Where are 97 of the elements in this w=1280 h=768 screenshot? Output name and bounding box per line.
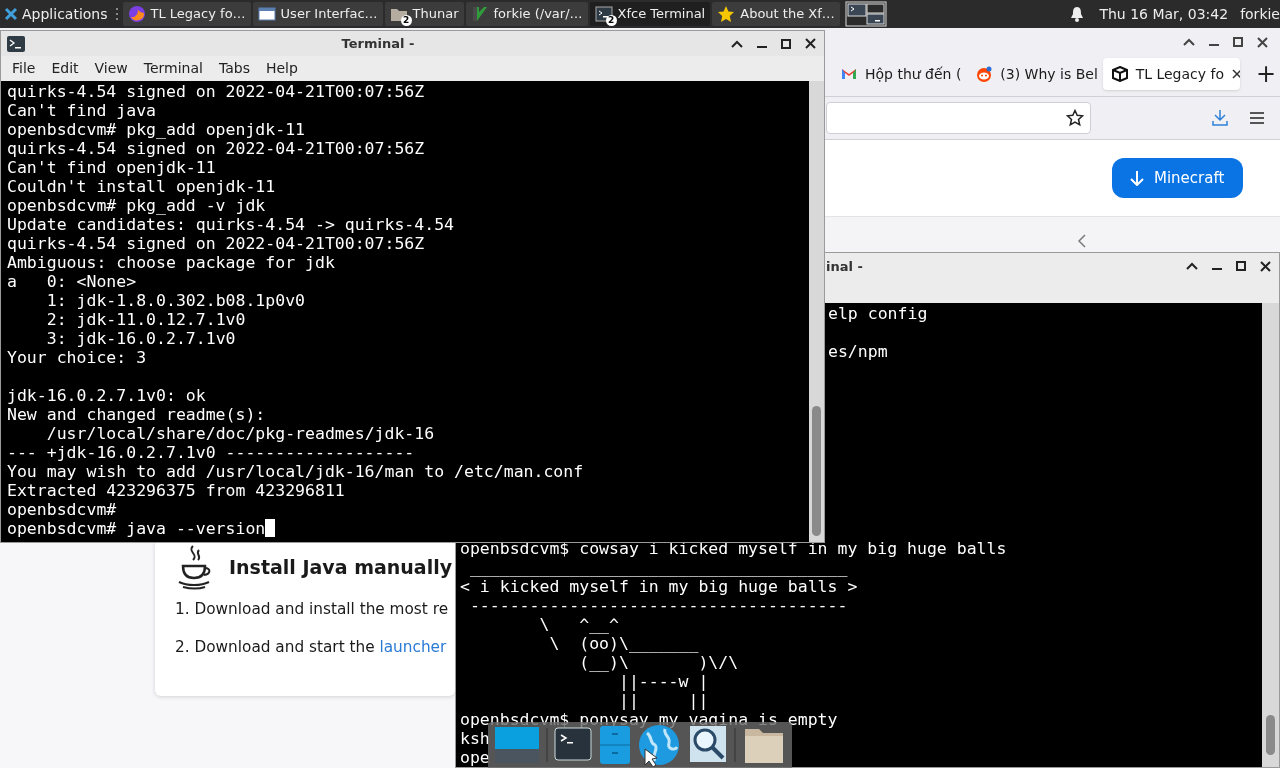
terminal-line: es/npm [828,342,888,361]
download-button[interactable]: Minecraft [1112,158,1243,198]
terminal-line: Your choice: 3 [7,348,147,367]
xfce-logo-icon [4,7,18,21]
text-cursor [265,519,276,537]
terminal-icon [594,5,613,23]
menu-item[interactable]: File [12,58,36,79]
menu-item[interactable]: Terminal [143,58,203,79]
star-icon [717,5,736,23]
terminal-line: < i kicked myself in my big huge balls > [460,577,858,596]
terminal-line: openbsdcvm$ ponysay my vagina is empty [460,710,838,729]
terminal-line: openbsdcvm# pkg_add -v jdk [7,196,266,215]
scrollbar[interactable] [809,81,824,542]
taskbar-button[interactable]: forkie (/var/… [465,2,588,26]
taskbar-button[interactable]: 2 Xfce Terminal [589,2,711,26]
window-icon [257,5,276,23]
close-button[interactable] [805,38,816,49]
workspace-switcher[interactable] [844,1,887,27]
menu-item[interactable]: View [94,58,128,79]
count-badge: 2 [605,15,617,26]
terminal-line: || || [617,691,709,710]
terminal-line: quirks-4.54 signed on 2022-04-21T00:07:56Z [7,234,425,253]
terminal-line: Can't find java [7,101,156,120]
terminal-line: a 0: <None> [7,272,137,291]
taskbar-button[interactable]: About the Xf… [712,2,840,26]
terminal-line: elp config [828,304,928,323]
shade-button[interactable] [1186,262,1198,271]
terminal-line: ______________________________________ [468,558,848,577]
user-name[interactable]: forkie [1240,3,1280,25]
new-tab-button[interactable]: + [1251,62,1280,86]
applications-menu[interactable]: Applications [0,0,112,28]
browser-icon [127,5,146,23]
terminal-line: /usr/local/share/doc/pkg-readmes/jdk-16 [45,424,435,443]
terminal-line: Couldn't install openjdk-11 [7,177,276,196]
menu-item[interactable]: Help [265,58,298,79]
terminal-line: openbsdcvm# pkg_add openjdk-11 [7,120,305,139]
reddit-icon [976,66,993,82]
terminal-line: (__)\ )\/\ [578,653,739,672]
terminal-line: 3: jdk-16.0.2.7.1v0 [45,329,236,348]
taskbar-button[interactable]: 2 Thunar [384,2,464,26]
maximize-button[interactable] [1233,37,1243,47]
terminal-line: Extracted 423296375 from 423296811 [7,481,345,500]
scrollbar-thumb[interactable] [1266,715,1275,755]
maximize-button[interactable] [781,38,791,49]
maximize-button[interactable] [1236,261,1246,272]
cube-icon [1111,66,1128,82]
terminal-line: quirks-4.54 signed on 2022-04-21T00:07:56Z [7,139,425,158]
close-icon[interactable] [1232,69,1240,79]
download-icon[interactable] [1212,109,1228,127]
menu-icon[interactable] [1250,112,1264,124]
browser-tab[interactable]: (3) Why is Bel [967,58,1099,90]
terminal-line: \ ^__^ [538,615,619,634]
terminal-line: jdk-16.0.2.7.1v0: ok [7,386,206,405]
terminal-line: quirks-4.54 signed on 2022-04-21T00:07:56Z [7,82,425,101]
terminal-line: Update candidates: quirks-4.54 -> quirks-4.54 [7,215,455,234]
count-badge: 2 [400,15,412,26]
terminal-icon [7,35,25,52]
terminal-line: ope [460,748,490,767]
close-button[interactable] [1257,36,1268,48]
window-title: inal - [826,257,863,276]
menu-item[interactable]: Tabs [218,58,250,79]
taskbar-button[interactable]: TL Legacy fo… [122,2,251,26]
mail-icon [841,66,857,82]
terminal-line: ksh [460,729,490,748]
scrollbar-thumb[interactable] [812,406,821,536]
menu-item[interactable]: Edit [51,58,79,79]
browser-tab[interactable]: Hộp thư đến ( [832,58,964,90]
launcher-link[interactable]: launcher [379,637,447,656]
terminal-line: New and changed readme(s): [7,405,266,424]
terminal-line: 2: jdk-11.0.12.7.1v0 [45,310,246,329]
card-heading: Install Java manually [229,554,453,580]
terminal-line: ||----w | [617,672,709,691]
shade-button[interactable] [1183,38,1195,46]
taskbar-button[interactable]: User Interfac… [252,2,383,26]
chevron-left-icon[interactable] [1078,233,1086,248]
terminal-line: Ambiguous: choose package for jdk [7,253,335,272]
terminal-line: Can't find openjdk-11 [7,158,216,177]
terminal-line: openbsdcvm# [7,500,117,519]
instruction-step: 2. Download and start the launcher [175,635,455,659]
instruction-step: 1. Download and install the most re [175,598,455,621]
arrow-down-icon [1130,170,1144,186]
terminal-line: openbsdcvm# java --version [7,519,266,538]
editor-icon [470,5,489,23]
terminal-line: -------------------------------------- [468,596,848,615]
bookmark-star-icon[interactable] [1066,109,1084,127]
terminal-line: 1: jdk-1.8.0.302.b08.1p0v0 [45,291,306,310]
window-title: Terminal - [341,35,415,51]
shade-button[interactable] [731,39,743,48]
terminal-line: You may wish to add /usr/local/jdk-16/man to /etc/man.conf [7,462,584,481]
handle-icon [114,7,119,21]
notification-bell-icon[interactable] [1070,6,1085,22]
terminal-line: \ (oo)\_______ [548,634,699,653]
clock[interactable]: Thu 16 Mar, 03:42 [1099,3,1229,25]
terminal-line: --- +jdk-16.0.2.7.1v0 ------------------- [7,443,415,462]
scrollbar[interactable] [1262,303,1279,767]
browser-tab[interactable]: TL Legacy fo [1102,58,1240,90]
close-button[interactable] [1260,260,1271,272]
